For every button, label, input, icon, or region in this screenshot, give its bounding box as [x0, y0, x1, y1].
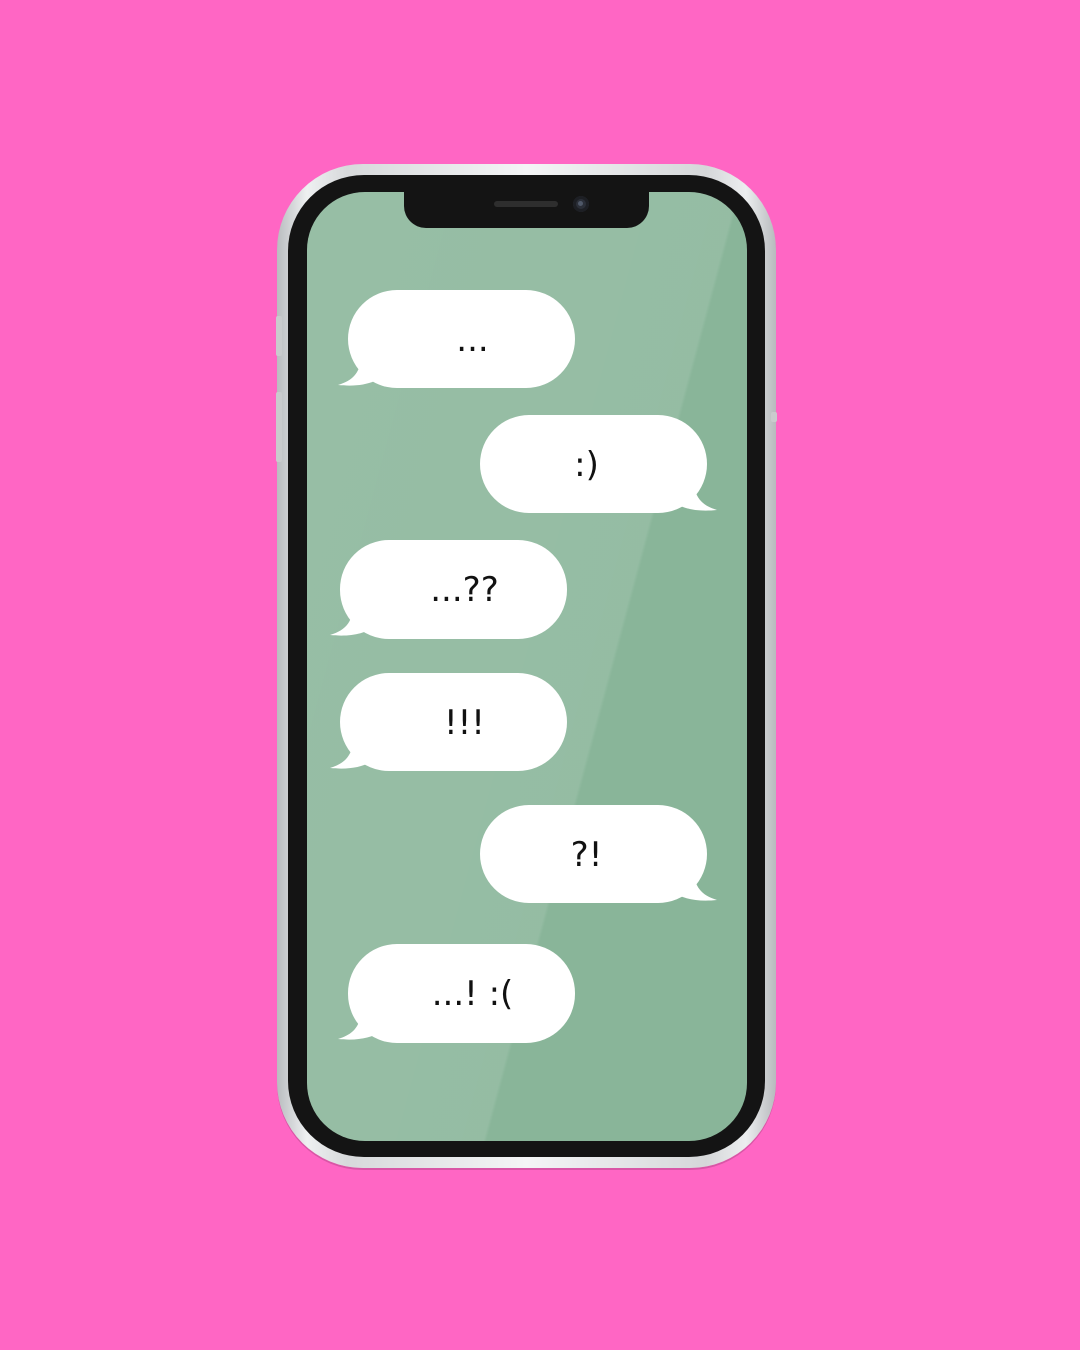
notch — [404, 190, 649, 228]
message-text: :) — [574, 445, 599, 485]
message-text: !!! — [444, 703, 485, 743]
volume-up-button — [276, 316, 282, 356]
front-camera-icon — [573, 196, 589, 212]
message-bubble-4[interactable]: !!! — [330, 673, 567, 773]
message-text: ... — [456, 320, 489, 360]
speaker-grille — [494, 201, 558, 207]
power-button — [771, 412, 777, 422]
volume-down-button — [276, 392, 282, 462]
message-text: ...?? — [430, 570, 499, 610]
message-text: ?! — [570, 835, 603, 875]
message-text: ...! :( — [431, 974, 514, 1014]
message-bubble-1[interactable]: ... — [338, 290, 575, 390]
message-bubble-2[interactable]: :) — [480, 415, 717, 515]
message-bubble-3[interactable]: ...?? — [330, 540, 567, 640]
message-bubble-6[interactable]: ...! :( — [338, 944, 575, 1044]
message-bubble-5[interactable]: ?! — [480, 805, 717, 905]
